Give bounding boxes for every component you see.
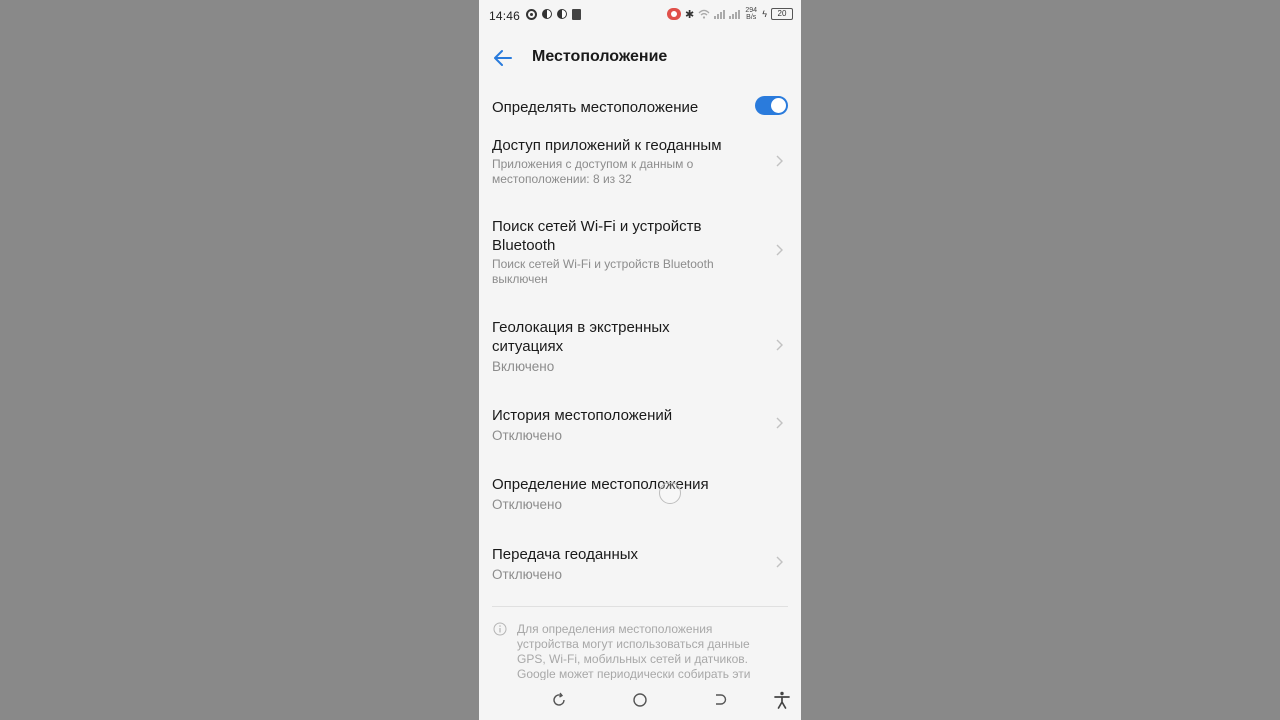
cell-signal-icon bbox=[729, 9, 741, 19]
status-indicators: ✱ 294 B/s ϟ 20 bbox=[667, 7, 793, 21]
video-letterbox-right bbox=[801, 0, 1280, 720]
list-item-emergency-location[interactable]: Геолокация в экстренных ситуациях Включе… bbox=[492, 318, 788, 376]
location-toggle-label: Определять местоположение bbox=[492, 99, 699, 116]
list-item-title: История местоположений bbox=[492, 407, 673, 424]
refresh-icon[interactable] bbox=[549, 690, 569, 710]
app-notification-icon bbox=[542, 9, 552, 19]
chevron-right-icon bbox=[776, 155, 783, 167]
location-info-note: Для определения местоположения устройств… bbox=[517, 622, 751, 681]
section-divider bbox=[492, 606, 788, 607]
info-icon bbox=[493, 622, 507, 636]
list-item-location-history[interactable]: История местоположений Отключено bbox=[492, 406, 788, 446]
list-item-title: Геолокация в экстренных ситуациях bbox=[492, 319, 670, 355]
location-toggle-row[interactable]: Определять местоположение bbox=[492, 96, 788, 122]
charging-icon: ϟ bbox=[762, 9, 767, 19]
chevron-right-icon bbox=[776, 556, 783, 568]
accessibility-icon[interactable] bbox=[772, 690, 792, 710]
list-item-app-location-access[interactable]: Доступ приложений к геоданным Приложения… bbox=[492, 136, 788, 192]
system-navigation-bar bbox=[479, 680, 801, 720]
list-item-title: Передача геоданных bbox=[492, 546, 639, 563]
list-item-subtitle: Поиск сетей Wi-Fi и устройств Bluetooth … bbox=[492, 257, 714, 286]
status-time: 14:46 bbox=[489, 9, 521, 23]
list-item-title: Поиск сетей Wi-Fi и устройств Bluetooth bbox=[492, 218, 702, 254]
list-item-subtitle: Включено bbox=[492, 359, 555, 374]
list-item-title: Определение местоположения bbox=[492, 476, 709, 493]
wifi-icon bbox=[698, 9, 710, 19]
list-item-subtitle: Отключено bbox=[492, 567, 562, 582]
list-item-wifi-bluetooth-scan[interactable]: Поиск сетей Wi-Fi и устройств Bluetooth … bbox=[492, 217, 788, 289]
list-item-subtitle: Отключено bbox=[492, 428, 562, 443]
arrow-left-icon[interactable] bbox=[491, 46, 515, 70]
video-letterbox-left bbox=[0, 0, 479, 720]
chevron-right-icon bbox=[776, 339, 783, 351]
list-item-title: Доступ приложений к геоданным bbox=[492, 137, 722, 154]
phone-screen: 14:46 ✱ 294 B/s ϟ 20 Местоположение Опре… bbox=[479, 0, 801, 720]
list-item-location-accuracy[interactable]: Определение местоположения Отключено bbox=[492, 475, 788, 515]
app-header: Местоположение bbox=[479, 38, 801, 78]
list-item-subtitle: Приложения с доступом к данным о местопо… bbox=[492, 157, 694, 186]
notification-icons bbox=[526, 9, 581, 20]
cell-signal-icon bbox=[714, 9, 726, 19]
app-notification-icon bbox=[557, 9, 567, 19]
back-gesture-icon[interactable] bbox=[710, 690, 730, 710]
chevron-right-icon bbox=[776, 417, 783, 429]
screen-recording-icon bbox=[667, 8, 682, 20]
battery-level: 20 bbox=[771, 8, 793, 20]
page-title: Местоположение bbox=[532, 48, 668, 65]
location-toggle-switch[interactable] bbox=[755, 96, 788, 115]
record-notification-icon bbox=[526, 9, 537, 20]
network-speed-value: 294 bbox=[745, 7, 758, 14]
home-icon[interactable] bbox=[630, 690, 650, 710]
network-speed: 294 B/s bbox=[744, 7, 758, 21]
touch-indicator bbox=[659, 482, 681, 504]
list-item-location-sharing[interactable]: Передача геоданных Отключено bbox=[492, 545, 788, 585]
list-item-subtitle: Отключено bbox=[492, 497, 562, 512]
network-speed-unit: B/s bbox=[746, 14, 757, 21]
bluetooth-icon: ✱ bbox=[685, 8, 695, 21]
document-notification-icon bbox=[572, 9, 581, 20]
status-bar: 14:46 ✱ 294 B/s ϟ 20 bbox=[479, 0, 801, 32]
chevron-right-icon bbox=[776, 244, 783, 256]
